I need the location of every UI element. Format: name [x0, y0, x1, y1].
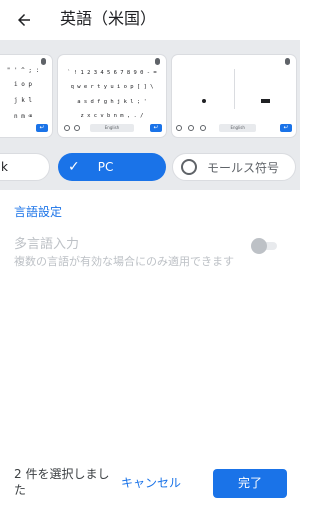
preview-spacebar: English	[90, 124, 134, 132]
mic-icon	[285, 58, 290, 65]
keyboard-language-screen: 英語（米国） " ' ^ ; : i o p j k l n m ⌫ ↵ ` !…	[0, 0, 300, 510]
back-button[interactable]	[12, 8, 36, 32]
done-button[interactable]: 完了	[213, 469, 287, 498]
page-title: 英語（米国）	[60, 9, 157, 28]
enter-key-icon: ↵	[280, 124, 292, 132]
preview-row: i o p	[13, 81, 33, 88]
preview-row: " ' ^ ; :	[6, 67, 40, 74]
layout-preview-left[interactable]: " ' ^ ; : i o p j k l n m ⌫ ↵	[0, 55, 52, 137]
preview-bottom-row: English ↵	[172, 124, 296, 133]
multilingual-toggle[interactable]	[251, 238, 277, 254]
preview-row: j k l	[13, 97, 33, 104]
checkmark-icon: ✓	[68, 159, 80, 175]
layout-chip-pc[interactable]: ✓ PC	[58, 153, 166, 181]
app-bar: 英語（米国）	[0, 0, 300, 40]
layout-chip-left[interactable]: k	[0, 153, 50, 181]
enter-key-icon: ↵	[36, 124, 48, 132]
preview-row: a s d f g h j k l ; '	[77, 99, 147, 105]
layout-chip-label: モールス符号	[207, 160, 280, 175]
toggle-thumb	[251, 238, 267, 254]
footer-divider	[0, 452, 300, 453]
preview-row: z x c v b n m , . /	[80, 113, 144, 119]
arrow-back-icon	[18, 14, 30, 26]
layout-carousel[interactable]: " ' ^ ; : i o p j k l n m ⌫ ↵ ` ! 1 2 3 …	[0, 40, 300, 190]
preview-row: n m ⌫	[13, 113, 33, 120]
morse-divider	[234, 69, 235, 109]
preview-bottom-row: ↵	[0, 124, 52, 133]
cancel-button[interactable]: キャンセル	[116, 472, 186, 494]
shift-key-icon	[64, 125, 70, 131]
enter-key-icon: ↵	[150, 124, 162, 132]
morse-dash-key	[261, 99, 270, 103]
layout-chip-label: PC	[97, 160, 114, 174]
layout-preview-pc[interactable]: ` ! 1 2 3 4 5 6 7 8 9 0 - = q w e r t y …	[58, 55, 166, 137]
mic-icon	[155, 58, 160, 65]
radio-unchecked-icon	[181, 159, 197, 175]
multilingual-input-subtitle: 複数の言語が有効な場合にのみ適用できます	[14, 255, 234, 268]
layout-chip-morse[interactable]: モールス符号	[172, 153, 296, 181]
emoji-key-icon	[74, 125, 80, 131]
mic-icon	[41, 58, 46, 65]
multilingual-input-title: 多言語入力	[14, 237, 80, 252]
layout-chip-label: k	[1, 160, 8, 174]
language-settings-link[interactable]: 言語設定	[14, 203, 62, 221]
preview-bottom-row: English ↵	[58, 124, 166, 133]
help-key-icon	[188, 125, 194, 131]
globe-key-icon	[200, 125, 206, 131]
preview-row: ` ! 1 2 3 4 5 6 7 8 9 0 - =	[67, 70, 157, 76]
preview-row: q w e r t y u i o p [ ] \	[70, 84, 154, 90]
morse-dot-key	[202, 99, 206, 103]
preview-spacebar: English	[219, 124, 257, 132]
layout-preview-morse[interactable]: English ↵	[172, 55, 296, 137]
selected-count-text: 2 件を選択しました	[14, 467, 110, 497]
shift-key-icon	[176, 125, 182, 131]
